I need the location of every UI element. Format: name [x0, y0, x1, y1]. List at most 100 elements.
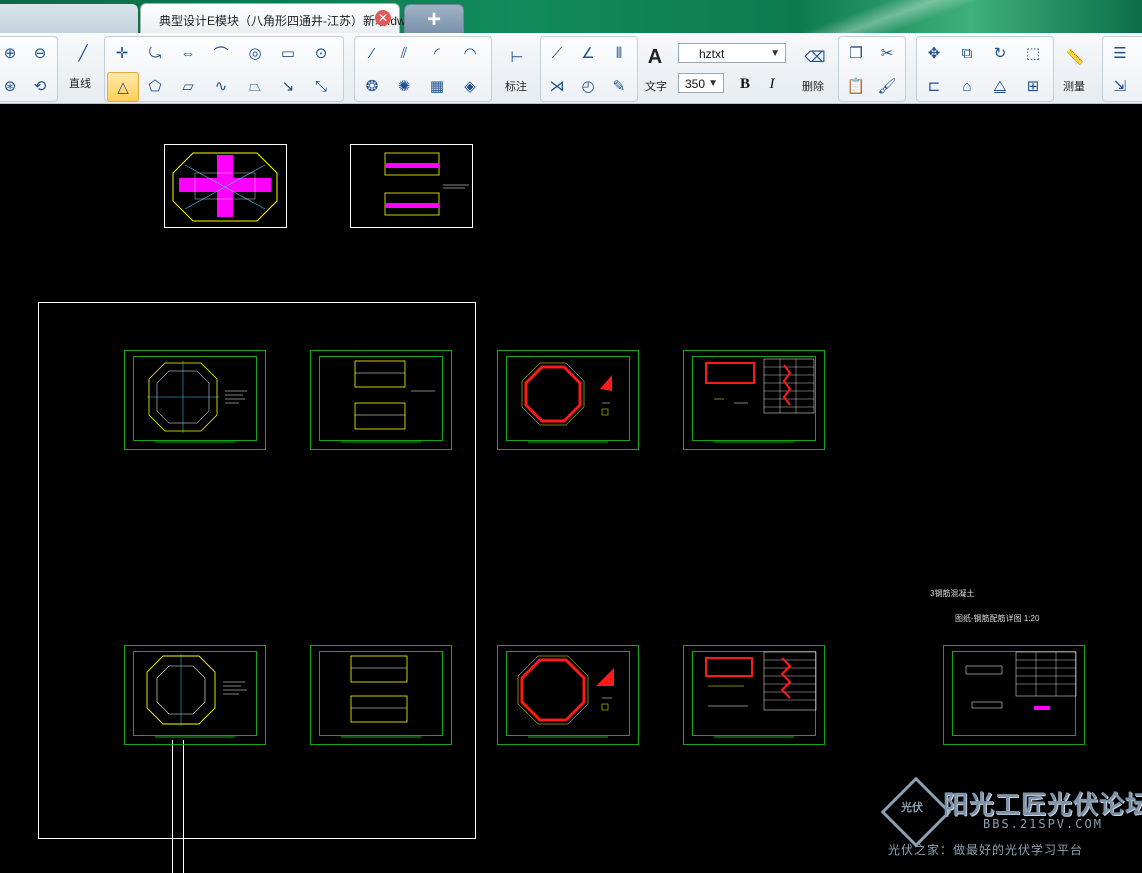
watermark-url: BBS.21SPV.COM	[983, 817, 1103, 831]
ruler-icon[interactable]: 📏	[1060, 43, 1090, 71]
layer-group: ☰ ⇲	[1102, 36, 1142, 102]
rebar-schedule-drawing	[705, 651, 817, 738]
layer-icon[interactable]: ☰	[1105, 39, 1135, 67]
triangle-icon[interactable]: △	[107, 72, 139, 102]
eraser-icon[interactable]: ⌫	[800, 43, 830, 71]
clipboard-group: ❐ ✂ 📋 🖌	[838, 36, 906, 102]
angular-dim-icon[interactable]: ∠	[573, 39, 603, 67]
plan-drawing	[147, 361, 247, 443]
tab-strip-decoration	[662, 0, 1142, 33]
drawing-thumbnail-section[interactable]	[350, 144, 473, 228]
drawing-sheet[interactable]	[310, 645, 452, 745]
zoom-window-icon[interactable]: ⊛	[0, 72, 25, 100]
tab-previous[interactable]	[0, 4, 138, 33]
guide-line-right	[183, 740, 184, 873]
circle-icon[interactable]: ◎	[240, 39, 270, 67]
text-icon[interactable]: A	[640, 43, 670, 71]
cut-icon[interactable]: ✂	[872, 39, 902, 67]
paste-icon[interactable]: 📋	[841, 72, 871, 100]
ellipse-icon[interactable]: ⊙	[306, 39, 336, 67]
drawing-sheet[interactable]	[683, 645, 825, 745]
chamfer-icon[interactable]: ◠	[455, 39, 485, 67]
line-label: 直线	[69, 78, 91, 90]
donut-icon[interactable]: ✺	[389, 72, 419, 100]
measure-label: 测量	[1063, 81, 1085, 93]
scale-icon[interactable]: ⧉	[952, 39, 982, 67]
section-drawing	[384, 152, 469, 216]
ribbon-toolbar: ⊕ ⊖ ⊛ ⟲ ╱ 直线 ✛ ⤿ ⇔ ⌒ ◎ ▭ ⊙ △ ⬠ ▱ ∿ ⏢ ↘ ⤡…	[0, 33, 1142, 104]
forum-logo-text: 光伏	[901, 802, 923, 814]
drawing-thumbnail-plan[interactable]	[164, 144, 287, 228]
radius-dim-icon[interactable]: ◴	[573, 72, 603, 100]
rebar-ring-drawing	[517, 655, 614, 738]
dimension-tools-group: ⟋ ∠ ⫴ ⋊ ◴ ✎	[540, 36, 638, 102]
drawing-sheet[interactable]	[683, 350, 825, 450]
zoom-in-icon[interactable]: ⊕	[0, 39, 25, 67]
plus-icon: +	[426, 6, 441, 33]
line-tool-icon[interactable]: ╱	[68, 39, 98, 67]
plan-drawing	[172, 152, 278, 222]
spline-icon[interactable]: ∿	[206, 72, 236, 100]
point-icon[interactable]: ✛	[107, 39, 137, 67]
new-tab-button[interactable]: +	[404, 4, 464, 35]
double-line-icon[interactable]: ⇔	[173, 39, 203, 67]
dimension-icon[interactable]: ⊢	[502, 43, 532, 71]
aligned-dim-icon[interactable]: ⟋	[542, 39, 572, 67]
zoom-realtime-icon[interactable]: ⟲	[25, 72, 55, 100]
continue-dim-icon[interactable]: ⫴	[604, 39, 634, 67]
break-icon[interactable]: ⌂	[952, 72, 982, 100]
text-style-value: hztxt	[699, 47, 725, 61]
hatch-icon[interactable]: ▦	[422, 72, 452, 100]
text-height-select[interactable]: 350 ▼	[678, 73, 724, 93]
bold-button[interactable]: B	[730, 70, 760, 98]
drawing-canvas[interactable]: 3钢筋混凝土 图纸-钢筋配筋详图 1:20 光伏 阳光工匠光伏论坛 BBS.21…	[0, 104, 1142, 873]
offset-icon[interactable]: ⊏	[919, 72, 949, 100]
chevron-down-icon: ▼	[708, 78, 718, 89]
watermark-title: 阳光工匠光伏论坛	[943, 791, 1142, 819]
tab-strip: 典型设计E模块（八角形四通井-江苏）新增.dwg ✕ +	[0, 0, 1142, 35]
rectangle-icon[interactable]: ▭	[273, 39, 303, 67]
ordinate-dim-icon[interactable]: ⋊	[542, 72, 572, 100]
trim-icon[interactable]: ⁄	[357, 39, 387, 67]
arc-icon[interactable]: ⌒	[206, 39, 236, 67]
dimension-label: 标注	[505, 81, 527, 93]
polyline-icon[interactable]: ⤿	[140, 39, 170, 67]
fillet-icon[interactable]: ◜	[422, 39, 452, 67]
drawing-sheet[interactable]	[124, 645, 266, 745]
gradient-fill-icon[interactable]: ◈	[455, 72, 485, 100]
zoom-group: ⊕ ⊖ ⊛ ⟲	[0, 36, 58, 102]
drawing-sheet[interactable]	[124, 350, 266, 450]
drawing-sheet[interactable]	[497, 350, 639, 450]
mirror-icon[interactable]: ⧋	[985, 72, 1015, 100]
italic-button[interactable]: I	[757, 70, 787, 98]
extend-icon[interactable]: ⫽	[389, 39, 419, 67]
close-tab-icon[interactable]: ✕	[375, 10, 391, 26]
xline-icon[interactable]: ⤡	[306, 72, 336, 100]
import-icon[interactable]: ⇲	[1105, 72, 1135, 100]
detail-table-drawing	[965, 651, 1077, 710]
copy-icon[interactable]: ❐	[841, 39, 871, 67]
revcloud-icon[interactable]: ❂	[357, 72, 387, 100]
forum-watermark: 光伏 阳光工匠光伏论坛 BBS.21SPV.COM 光伏之家：做最好的光伏学习平…	[880, 776, 1142, 865]
leader-icon[interactable]: ✎	[604, 72, 634, 100]
tab-active-drawing[interactable]: 典型设计E模块（八角形四通井-江苏）新增.dwg ✕	[140, 3, 412, 34]
guide-line-left	[172, 740, 173, 873]
text-style-select[interactable]: hztxt ▼	[678, 43, 786, 63]
trapezoid-icon[interactable]: ⏢	[240, 72, 270, 100]
text-label: 文字	[645, 81, 667, 93]
drawing-sheet[interactable]	[310, 350, 452, 450]
plan-drawing	[146, 654, 247, 738]
rotate-icon[interactable]: ↻	[985, 39, 1015, 67]
parallelogram-icon[interactable]: ▱	[173, 72, 203, 100]
ray-icon[interactable]: ↘	[273, 72, 303, 100]
drawing-sheet[interactable]	[943, 645, 1085, 745]
annotation-subtitle: 图纸-钢筋配筋详图 1:20	[955, 614, 1040, 623]
match-properties-icon[interactable]: 🖌	[872, 72, 902, 100]
move-icon[interactable]: ✥	[919, 39, 949, 67]
zoom-out-icon[interactable]: ⊖	[25, 39, 55, 67]
drawing-sheet[interactable]	[497, 645, 639, 745]
polygon-icon[interactable]: ⬠	[140, 72, 170, 100]
stretch-icon[interactable]: ⬚	[1018, 39, 1048, 67]
tab-title: 典型设计E模块（八角形四通井-江苏）新增.dwg	[159, 14, 413, 28]
array-icon[interactable]: ⊞	[1018, 72, 1048, 100]
